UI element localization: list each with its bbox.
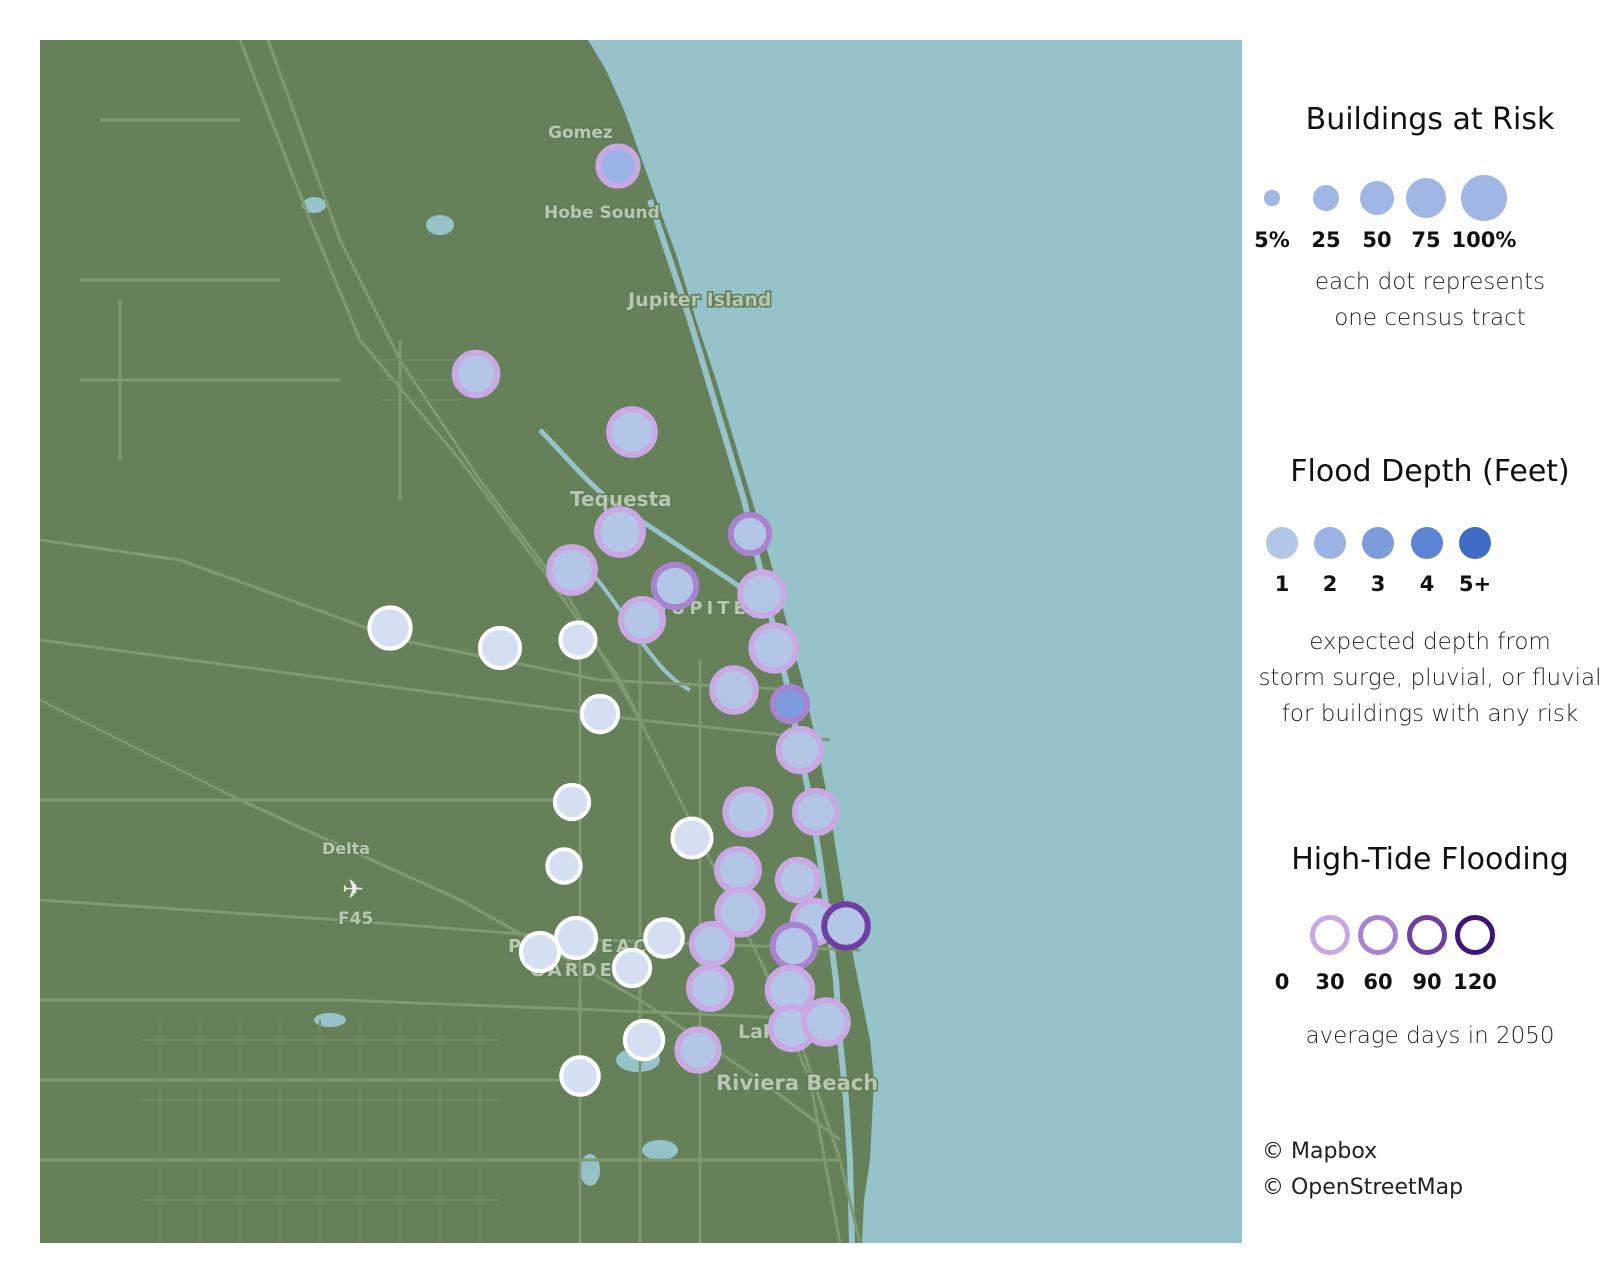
risk-size-dot-5 [1264, 190, 1280, 206]
tide-tick-label: 120 [1453, 970, 1497, 994]
depth-color-dot-3 [1362, 527, 1394, 559]
map-panel[interactable]: Gomez Hobe Sound Jupiter Island Tequesta… [40, 40, 1242, 1243]
census-tract-bubble[interactable] [518, 930, 562, 974]
depth-color-dot-4 [1411, 527, 1443, 559]
census-tract-bubble[interactable] [611, 947, 653, 989]
census-tract-bubble[interactable] [552, 782, 592, 822]
census-tract-bubble[interactable] [792, 788, 840, 836]
risk-size-dot-50 [1359, 180, 1395, 216]
census-tract-bubble[interactable] [727, 511, 773, 557]
legend-depth-title: Flood Depth (Feet) [1290, 454, 1570, 489]
legend-risk-note-line: each dot represents [1314, 269, 1546, 295]
lake [426, 215, 454, 235]
depth-color-dot-2 [1314, 527, 1346, 559]
census-tract-bubble[interactable] [670, 816, 714, 860]
census-tract-bubble[interactable] [775, 725, 825, 775]
census-tract-bubble[interactable] [477, 625, 523, 671]
census-tract-bubble[interactable] [722, 786, 774, 838]
tide-ring-30 [1310, 915, 1350, 955]
census-tract-bubble[interactable] [686, 964, 734, 1012]
legend-panel: Buildings at Risk 5% 25 50 75 100% each … [1250, 40, 1610, 1243]
census-tract-bubble[interactable] [650, 561, 700, 611]
census-tract-bubble[interactable] [595, 143, 641, 189]
legend-depth-note-line: for buildings with any risk [1281, 701, 1579, 727]
census-tract-bubble[interactable] [821, 901, 871, 951]
place-label-gomez: Gomez [548, 123, 613, 143]
place-label-jupiter-island: Jupiter Island [626, 289, 772, 311]
census-tract-bubble[interactable] [606, 406, 658, 458]
census-tract-bubble[interactable] [801, 997, 851, 1047]
legend-tide-title: High-Tide Flooding [1291, 842, 1569, 877]
legend-tide-note: average days in 2050 [1305, 1023, 1555, 1049]
risk-size-dot-75 [1405, 177, 1447, 219]
census-tract-bubble[interactable] [714, 846, 762, 894]
legend-depth-note-line: storm surge, pluvial, or fluvial [1258, 665, 1602, 691]
legend-depth-note: expected depth from storm surge, pluvial… [1250, 624, 1610, 732]
legend-risk-note: each dot represents one census tract [1250, 264, 1610, 336]
lake [642, 1140, 678, 1160]
place-label-hobe-sound: Hobe Sound [544, 203, 660, 223]
attribution: © Mapbox © OpenStreetMap [1262, 1134, 1463, 1206]
tide-ring-60 [1358, 915, 1398, 955]
census-tract-bubble[interactable] [558, 620, 598, 660]
depth-color-dot-5plus [1459, 527, 1491, 559]
tide-ring-120 [1455, 915, 1495, 955]
attribution-mapbox[interactable]: © Mapbox [1262, 1134, 1463, 1170]
census-tract-bubble[interactable] [367, 605, 413, 651]
place-label-f45: F45 [338, 909, 373, 929]
census-tract-bubble[interactable] [618, 596, 666, 644]
depth-color-dot-1 [1266, 527, 1298, 559]
airplane-icon: ✈ [342, 874, 364, 904]
risk-size-dot-100 [1461, 175, 1507, 221]
census-tract-bubble[interactable] [769, 683, 811, 725]
census-tract-bubble[interactable] [643, 917, 685, 959]
legend-depth-note-line: expected depth from [1309, 629, 1551, 655]
risk-size-dot-25 [1312, 184, 1340, 212]
census-tract-bubble[interactable] [709, 665, 759, 715]
census-tract-bubble[interactable] [594, 506, 646, 558]
census-tract-bubble[interactable] [451, 349, 501, 399]
census-tract-bubble[interactable] [688, 920, 736, 968]
census-tract-bubble[interactable] [546, 544, 598, 596]
census-tract-bubble[interactable] [774, 856, 822, 904]
place-label-delta: Delta [322, 839, 370, 858]
census-tract-bubble[interactable] [737, 569, 787, 619]
census-tract-bubble[interactable] [545, 847, 583, 885]
place-label-riviera-beach: Riviera Beach [716, 1071, 878, 1095]
census-tract-bubble[interactable] [769, 921, 819, 971]
attribution-openstreetmap[interactable]: © OpenStreetMap [1262, 1170, 1463, 1206]
risk-tick-label: 100% [1451, 228, 1517, 252]
legend-risk-note-line: one census tract [1334, 305, 1526, 331]
census-tract-bubble[interactable] [748, 622, 800, 674]
census-tract-bubble[interactable] [674, 1026, 722, 1074]
lake [314, 1013, 346, 1027]
census-tract-bubble[interactable] [579, 693, 621, 735]
census-tract-bubble[interactable] [559, 1055, 601, 1097]
map-canvas[interactable]: Gomez Hobe Sound Jupiter Island Tequesta… [40, 40, 1242, 1243]
census-tract-bubble[interactable] [622, 1018, 666, 1062]
census-tract-bubble[interactable] [553, 915, 599, 961]
tide-ring-90 [1407, 915, 1447, 955]
legend-risk-title: Buildings at Risk [1305, 102, 1555, 137]
tide-ring-0 [1262, 915, 1302, 955]
depth-tick-label: 5+ [1458, 572, 1492, 596]
